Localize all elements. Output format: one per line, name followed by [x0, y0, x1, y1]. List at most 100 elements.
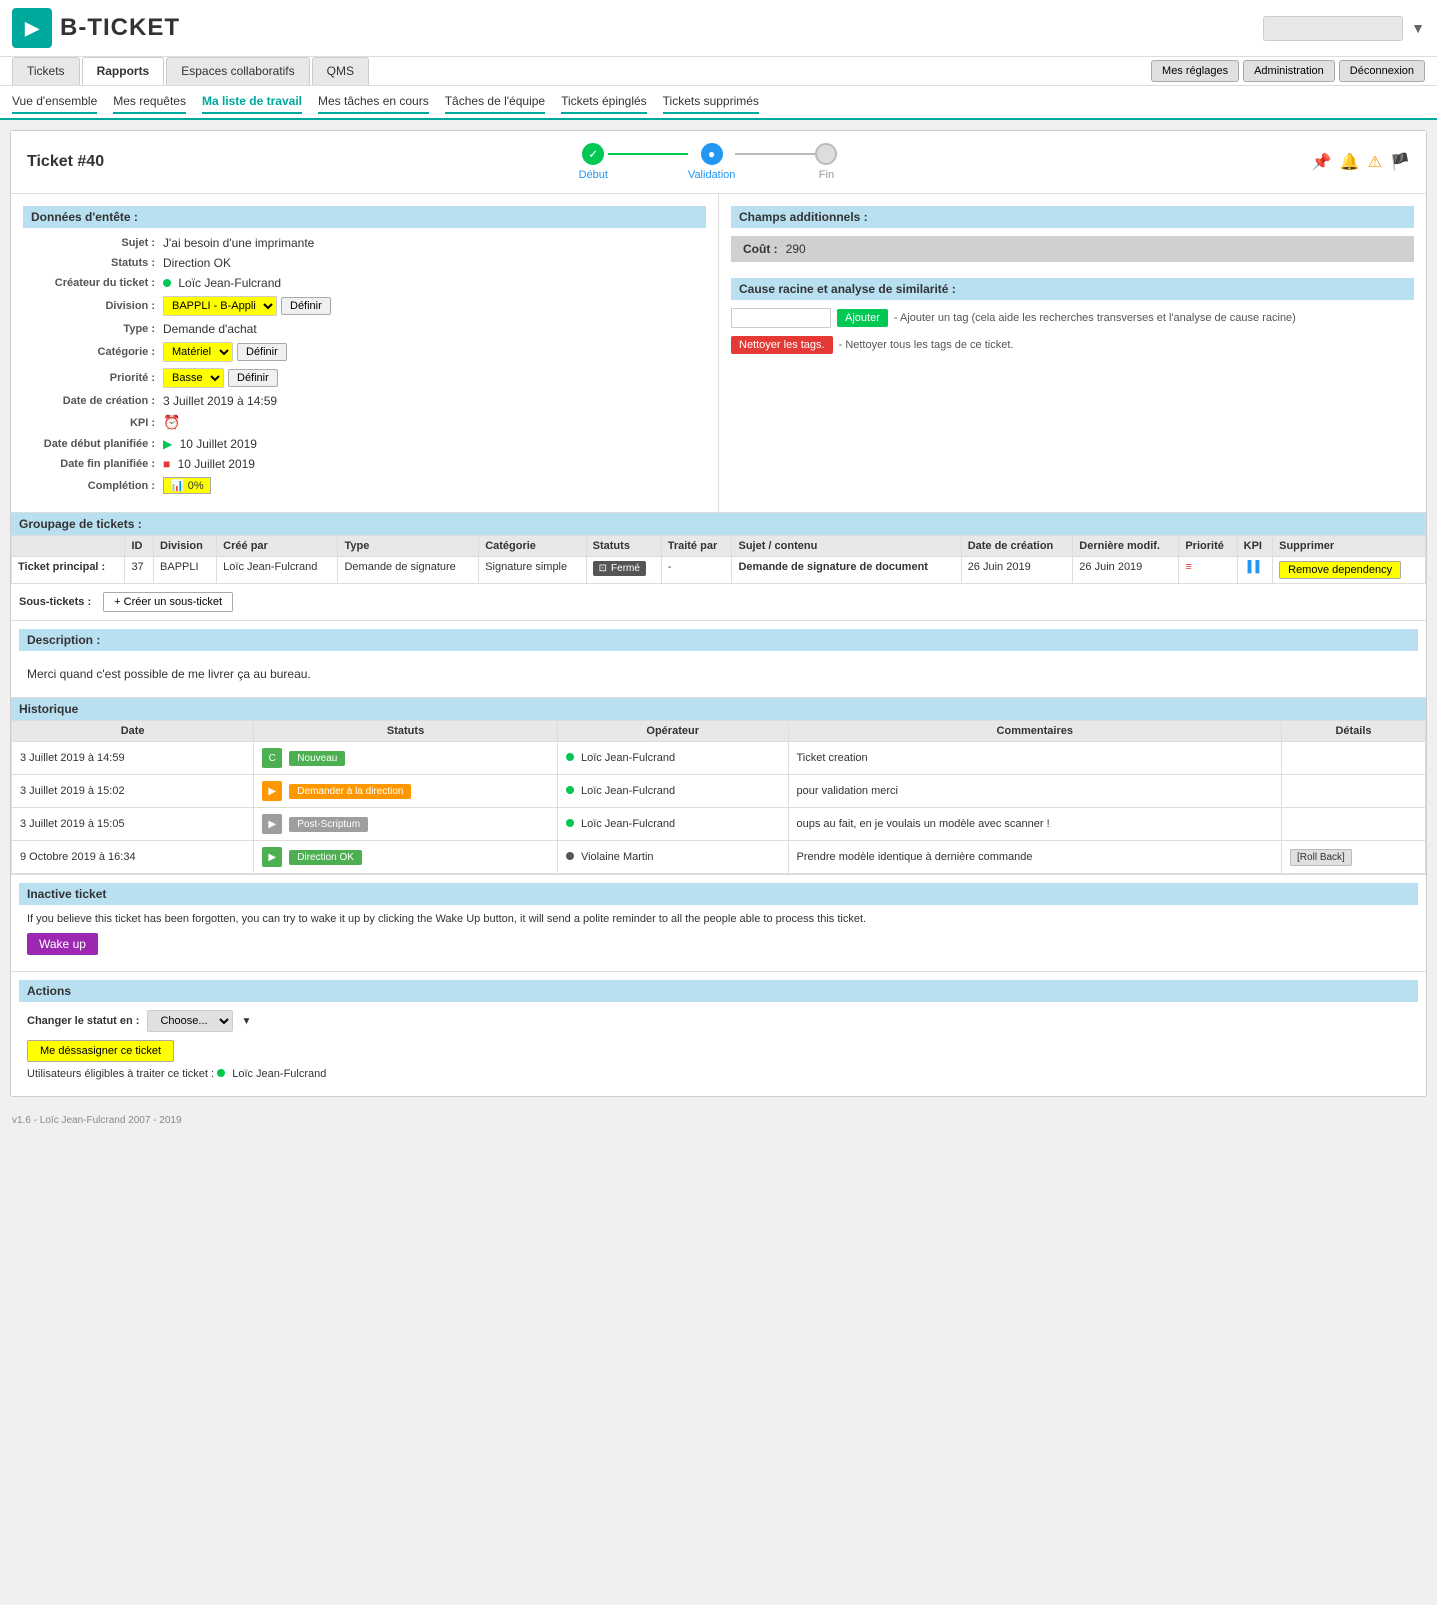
hist-date-3: 3 Juillet 2019 à 15:05: [12, 808, 254, 841]
sub-nav: Vue d'ensemble Mes requêtes Ma liste de …: [0, 86, 1437, 120]
type-value: Demande d'achat: [163, 322, 257, 336]
tab-qms[interactable]: QMS: [312, 57, 369, 85]
remove-dependency-button[interactable]: Remove dependency: [1279, 561, 1401, 579]
historique-table: Date Statuts Opérateur Commentaires Déta…: [11, 720, 1426, 874]
kpi-row: KPI : ⏰: [23, 414, 706, 431]
categorie-row: Catégorie : Matériel Définir: [23, 342, 706, 362]
pin-icon[interactable]: 📌: [1312, 152, 1332, 172]
date-creation-value: 3 Juillet 2019 à 14:59: [163, 394, 277, 408]
desassigner-row: Me déssasigner ce ticket: [27, 1040, 1410, 1068]
completion-row: Complétion : 📊 0%: [23, 477, 706, 494]
createur-row: Créateur du ticket : Loïc Jean-Fulcrand: [23, 276, 706, 290]
footer-text: v1.6 - Loïc Jean-Fulcrand 2007 - 2019: [12, 1115, 182, 1126]
sub-nav-epingles[interactable]: Tickets épinglés: [561, 90, 647, 114]
th-kpi: KPI: [1237, 536, 1272, 557]
hist-op-2: Loïc Jean-Fulcrand: [557, 775, 788, 808]
eligible-row: Utilisateurs éligibles à traiter ce tick…: [27, 1068, 1410, 1080]
nav-bar: Tickets Rapports Espaces collaboratifs Q…: [0, 57, 1437, 86]
search-input[interactable]: [1263, 16, 1403, 41]
groupage-table-header-row: ID Division Créé par Type Catégorie Stat…: [12, 536, 1426, 557]
hist-op-3: Loïc Jean-Fulcrand: [557, 808, 788, 841]
hist-op-1: Loïc Jean-Fulcrand: [557, 742, 788, 775]
bar-chart-icon: 📊: [170, 479, 184, 492]
th-operateur: Opérateur: [557, 721, 788, 742]
division-definir-button[interactable]: Définir: [281, 297, 331, 315]
kpi-bar-icon: ▐▐: [1244, 561, 1260, 573]
th-division: Division: [154, 536, 217, 557]
hist-icon-4: ▶: [262, 847, 282, 867]
wakeup-button[interactable]: Wake up: [27, 933, 98, 955]
td-sujet: Demande de signature de document: [732, 557, 961, 584]
td-cree-par: Loïc Jean-Fulcrand: [217, 557, 338, 584]
statuts-value: Direction OK: [163, 256, 231, 270]
division-row: Division : BAPPLI - B-Appli Définir: [23, 296, 706, 316]
step-fin-label: Fin: [819, 169, 834, 181]
choose-select[interactable]: Choose...: [147, 1010, 233, 1032]
tab-espaces[interactable]: Espaces collaboratifs: [166, 57, 309, 85]
categorie-definir-button[interactable]: Définir: [237, 343, 287, 361]
sujet-label: Sujet :: [23, 237, 163, 249]
col-right: Champs additionnels : Coût : 290 Cause r…: [719, 194, 1426, 512]
sub-nav-taches[interactable]: Mes tâches en cours: [318, 90, 429, 114]
warning-icon[interactable]: ⚠: [1368, 152, 1382, 172]
inactive-header: Inactive ticket: [19, 883, 1418, 905]
rollback-badge[interactable]: [Roll Back]: [1290, 849, 1352, 866]
tab-rapports[interactable]: Rapports: [82, 57, 165, 85]
sub-nav-requetes[interactable]: Mes requêtes: [113, 90, 186, 114]
categorie-select[interactable]: Matériel: [163, 342, 233, 362]
bell-icon[interactable]: 🔔: [1340, 152, 1360, 172]
sub-nav-liste[interactable]: Ma liste de travail: [202, 90, 302, 114]
description-text: Merci quand c'est possible de me livrer …: [19, 659, 1418, 689]
statut-pill-1: Nouveau: [289, 751, 345, 766]
ticket-icons: 📌 🔔 ⚠ 🏴: [1312, 152, 1410, 172]
statut-pill-4: Direction OK: [289, 850, 362, 865]
changer-statut-row: Changer le statut en : Choose... ▼: [27, 1010, 1410, 1032]
historique-row-4: 9 Octobre 2019 à 16:34 ▶ Direction OK Vi…: [12, 841, 1426, 874]
op-dot-2: [566, 786, 574, 794]
description-header: Description :: [19, 629, 1418, 651]
th-commentaires: Commentaires: [788, 721, 1282, 742]
flag-icon[interactable]: 🏴: [1390, 152, 1410, 172]
hist-comment-4: Prendre modèle identique à dernière comm…: [788, 841, 1282, 874]
mes-reglages-button[interactable]: Mes réglages: [1151, 60, 1239, 82]
hist-details-1: [1282, 742, 1426, 775]
tag-input[interactable]: [731, 308, 831, 328]
step-validation-circle: ●: [701, 143, 723, 165]
th-supprimer: Supprimer: [1273, 536, 1426, 557]
changer-statut-label: Changer le statut en :: [27, 1015, 139, 1027]
th-type: Type: [338, 536, 479, 557]
nettoyer-help: - Nettoyer tous les tags de ce ticket.: [839, 339, 1014, 351]
eligible-label: Utilisateurs éligibles à traiter ce tick…: [27, 1068, 214, 1080]
description-section: Description : Merci quand c'est possible…: [11, 620, 1426, 697]
statut-pill-3: Post-Scriptum: [289, 817, 368, 832]
hist-icon-2: ▶: [262, 781, 282, 801]
priorite-definir-button[interactable]: Définir: [228, 369, 278, 387]
sub-nav-vue[interactable]: Vue d'ensemble: [12, 90, 97, 114]
tab-tickets[interactable]: Tickets: [12, 57, 80, 85]
type-row: Type : Demande d'achat: [23, 322, 706, 336]
footer: v1.6 - Loïc Jean-Fulcrand 2007 - 2019: [0, 1107, 1437, 1134]
administration-button[interactable]: Administration: [1243, 60, 1335, 82]
ajouter-button[interactable]: Ajouter: [837, 309, 888, 327]
nettoyer-button[interactable]: Nettoyer les tags.: [731, 336, 833, 354]
date-creation-label: Date de création :: [23, 395, 163, 407]
step-validation-label: Validation: [688, 169, 736, 181]
sub-nav-equipe[interactable]: Tâches de l'équipe: [445, 90, 545, 114]
th-priorite: Priorité: [1179, 536, 1237, 557]
donnees-entete-header: Données d'entête :: [23, 206, 706, 228]
date-debut-row: Date début planifiée : ▶ 10 Juillet 2019: [23, 437, 706, 451]
division-select[interactable]: BAPPLI - B-Appli: [163, 296, 277, 316]
priority-icon: ≡: [1185, 561, 1191, 573]
td-supprimer: Remove dependency: [1273, 557, 1426, 584]
creer-sous-ticket-button[interactable]: + Créer un sous-ticket: [103, 592, 233, 612]
app-header: ▶ B-TICKET ▼: [0, 0, 1437, 57]
historique-header: Historique: [11, 698, 1426, 720]
deconnexion-button[interactable]: Déconnexion: [1339, 60, 1425, 82]
desassigner-button[interactable]: Me déssasigner ce ticket: [27, 1040, 174, 1062]
priorite-select[interactable]: Basse: [163, 368, 224, 388]
filter-icon[interactable]: ▼: [1411, 20, 1425, 36]
statut-pill-2: Demander à la direction: [289, 784, 411, 799]
op-dot-3: [566, 819, 574, 827]
date-debut-arrow: ▶: [163, 437, 172, 451]
sub-nav-supprimes[interactable]: Tickets supprimés: [663, 90, 759, 114]
